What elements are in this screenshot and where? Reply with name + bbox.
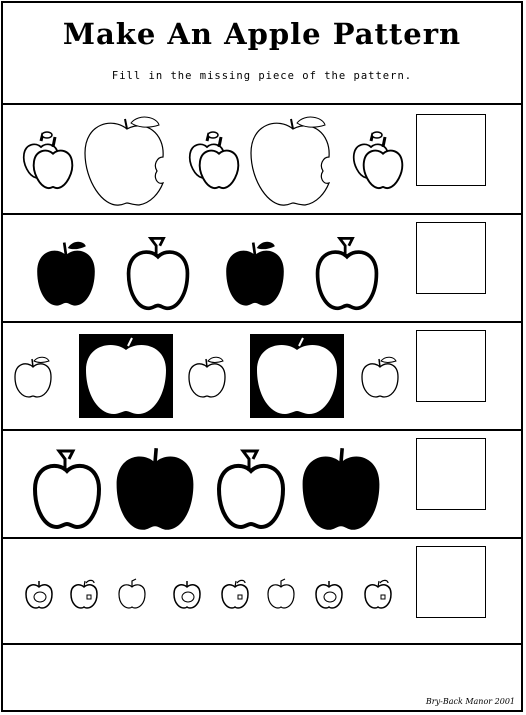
apple-pair-icon — [188, 131, 240, 190]
black-apple-icon — [226, 241, 284, 306]
instruction-text: Fill in the missing piece of the pattern… — [111, 70, 413, 82]
black-apple-icon — [37, 241, 95, 306]
worksheet: Make An Apple Pattern Fill in the missin… — [1, 1, 523, 712]
bitten-apple-icon — [250, 116, 331, 206]
tiny-apple-icon — [364, 579, 392, 609]
framed-apple-icon — [79, 334, 173, 418]
pattern-row-3 — [3, 323, 521, 431]
tiny-apple-icon — [267, 578, 295, 609]
answer-box-1[interactable] — [416, 114, 486, 186]
pattern-row-1 — [3, 105, 521, 215]
small-apple-icon — [188, 356, 226, 398]
apple-pair-icon — [22, 131, 74, 190]
answer-box-5[interactable] — [416, 546, 486, 618]
black-apple-icon — [302, 448, 380, 530]
small-apple-icon — [361, 356, 399, 398]
framed-apple-icon — [250, 334, 344, 418]
tiny-apple-icon — [25, 581, 53, 609]
tiny-apple-icon — [221, 579, 249, 609]
black-apple-icon — [116, 448, 194, 530]
pattern-row-5 — [3, 539, 521, 645]
page-title: Make An Apple Pattern — [62, 17, 462, 51]
answer-box-4[interactable] — [416, 438, 486, 510]
pattern-row-2 — [3, 215, 521, 323]
tiny-apple-icon — [70, 579, 98, 609]
small-apple-icon — [14, 356, 52, 398]
tiny-apple-icon — [173, 581, 201, 609]
worksheet-header: Make An Apple Pattern Fill in the missin… — [3, 3, 521, 105]
tiny-apple-icon — [315, 581, 343, 609]
pattern-row-4 — [3, 431, 521, 539]
tiny-apple-icon — [118, 578, 146, 609]
answer-box-2[interactable] — [416, 222, 486, 294]
outline-apple-icon — [126, 236, 190, 311]
apple-pair-icon — [352, 131, 404, 190]
outline-apple-icon — [217, 449, 285, 529]
bitten-apple-icon — [84, 116, 165, 206]
outline-apple-icon — [315, 236, 379, 311]
credit-text: Bry-Back Manor 2001 — [425, 697, 515, 706]
answer-box-3[interactable] — [416, 330, 486, 402]
outline-apple-icon — [33, 449, 101, 529]
